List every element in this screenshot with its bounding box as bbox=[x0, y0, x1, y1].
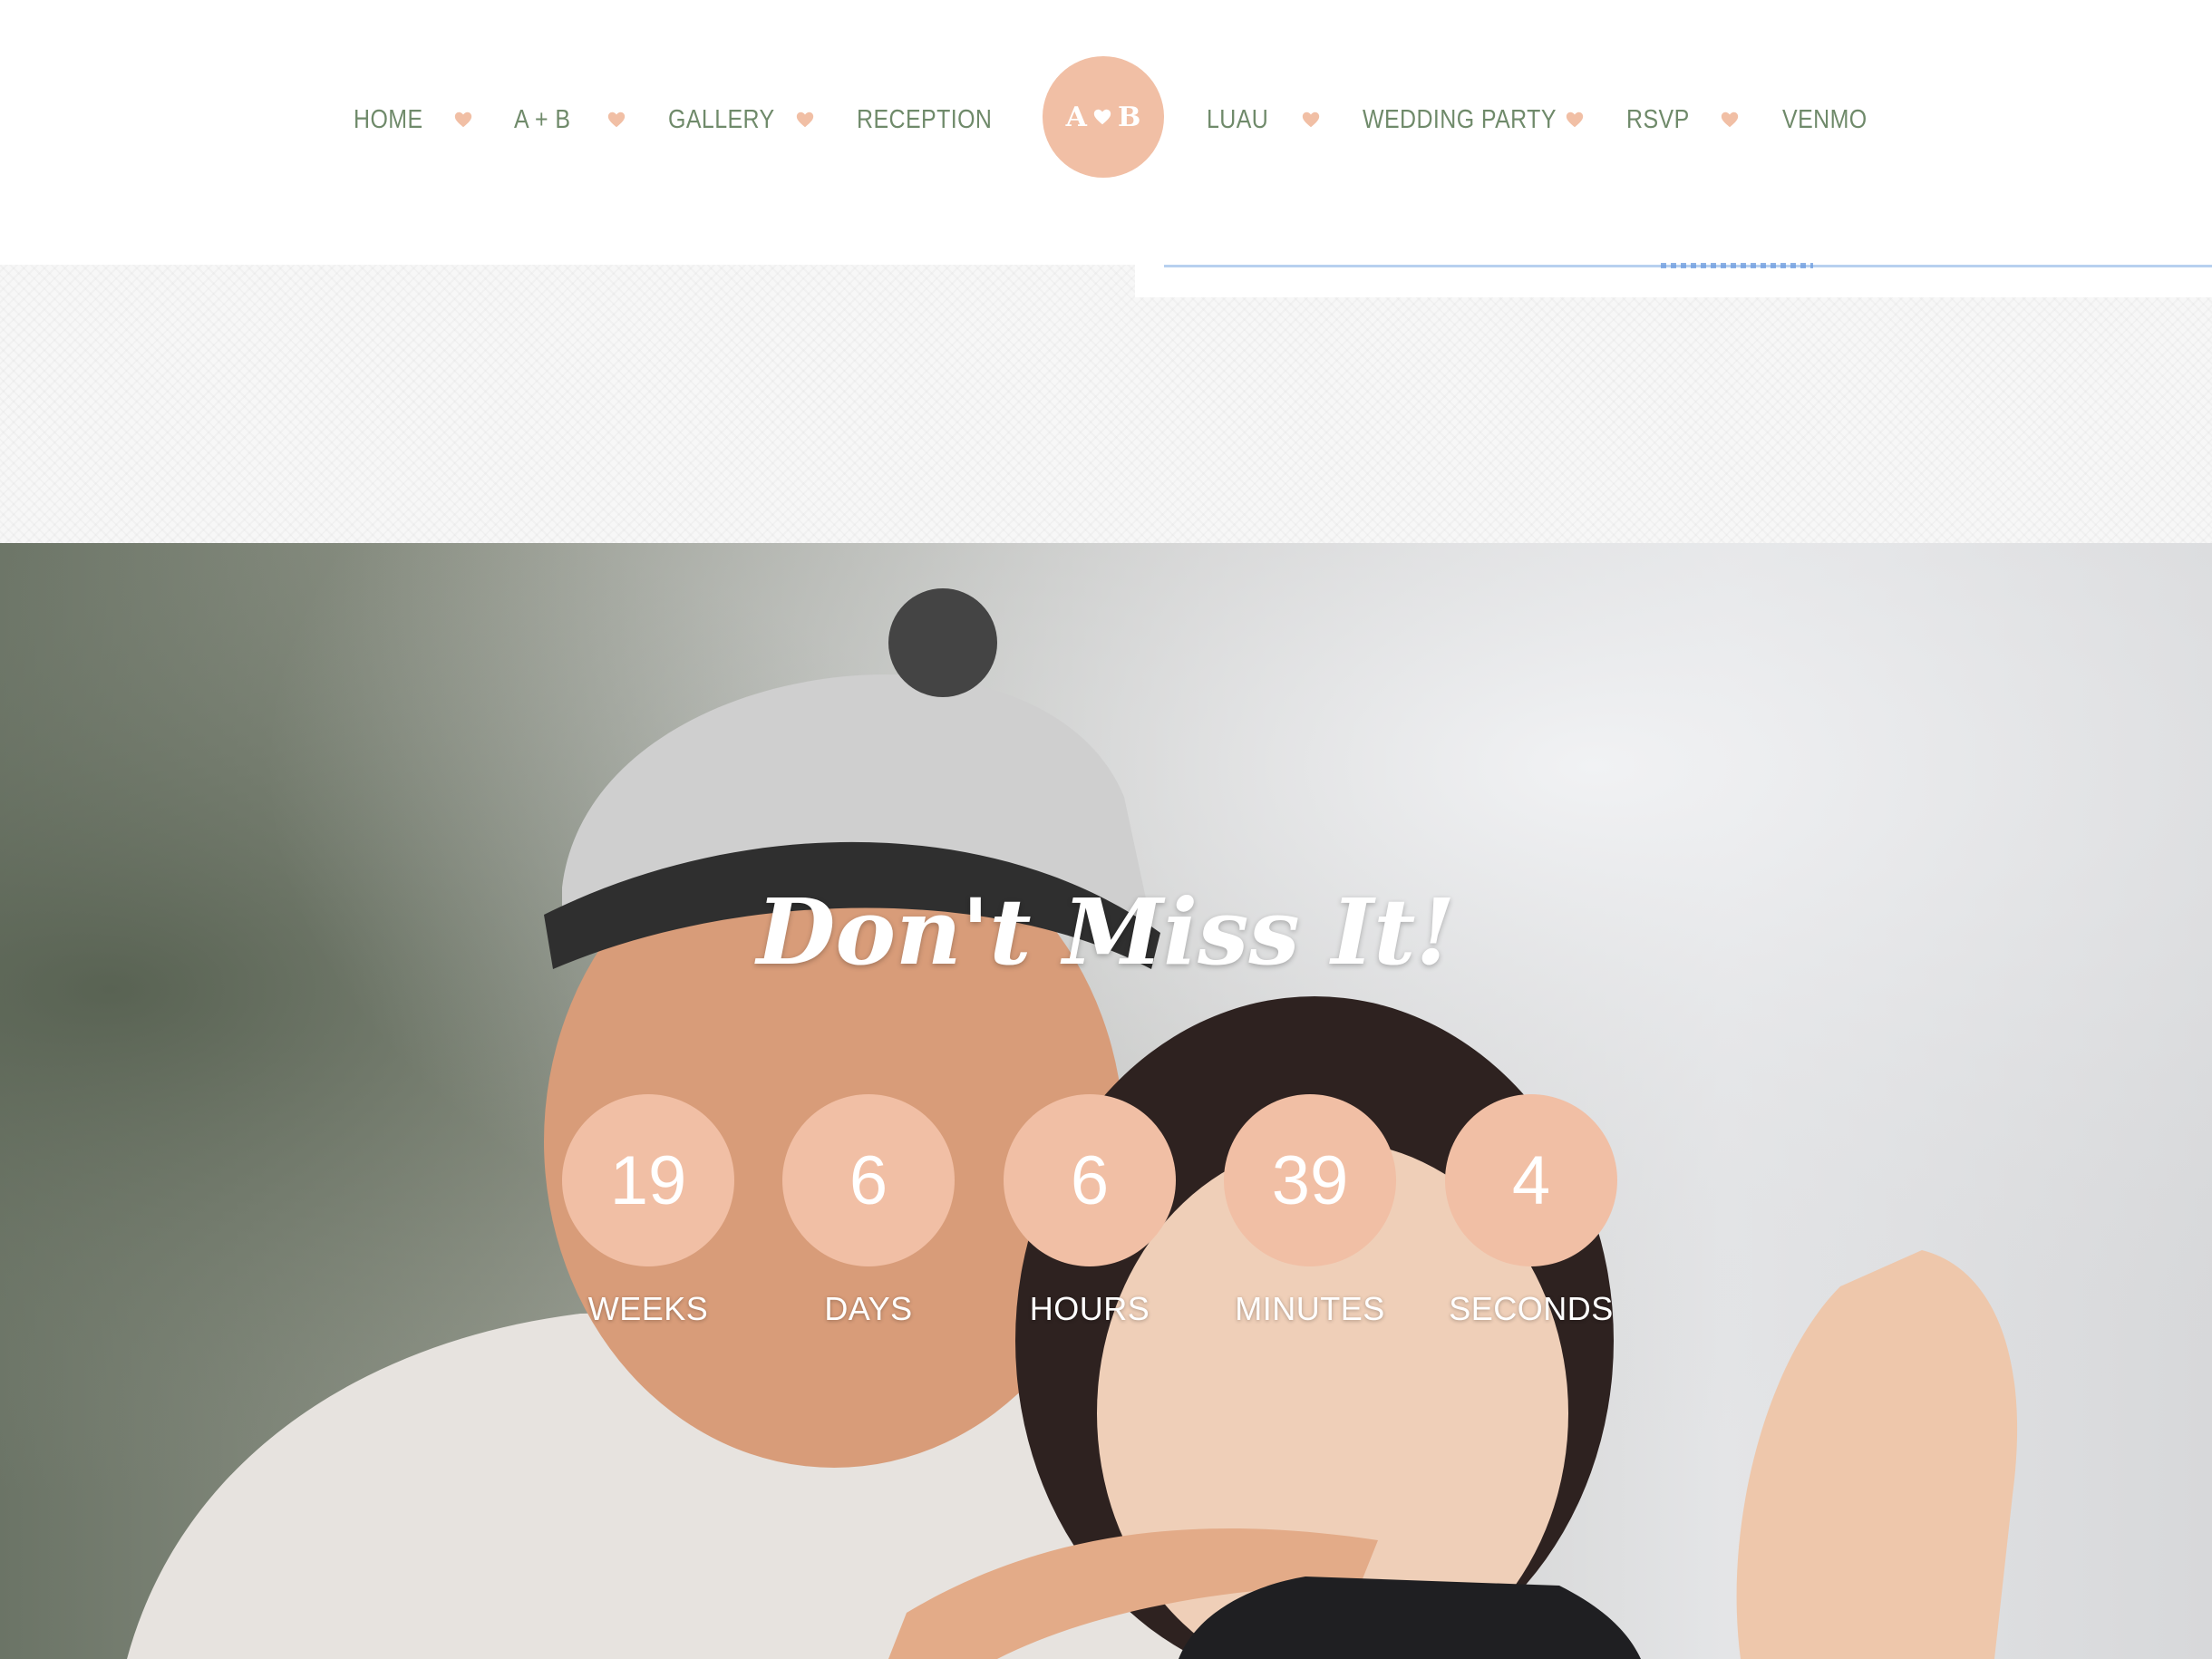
heart-icon bbox=[1566, 112, 1584, 128]
countdown-minutes-label: MINUTES bbox=[1235, 1290, 1385, 1327]
countdown-seconds: 4 SECONDS bbox=[1445, 1094, 1617, 1357]
countdown-seconds-label: SECONDS bbox=[1449, 1290, 1614, 1327]
countdown-seconds-value: 4 bbox=[1445, 1094, 1617, 1266]
embedded-panel-fragment bbox=[1661, 263, 1813, 268]
countdown-days-label: DAYS bbox=[824, 1290, 913, 1327]
hero-section: Don't Miss It! 19 WEEKS 6 DAYS 6 HOURS 3… bbox=[0, 543, 2212, 1659]
nav-item-home[interactable]: HOME bbox=[354, 100, 423, 140]
hero-title: Don't Miss It! bbox=[756, 878, 1456, 985]
heart-icon bbox=[1721, 112, 1739, 128]
countdown-weeks-value: 19 bbox=[562, 1094, 734, 1266]
countdown-days: 6 DAYS bbox=[782, 1094, 955, 1357]
nav-item-venmo[interactable]: VENMO bbox=[1782, 100, 1868, 140]
nav-item-rsvp[interactable]: RSVP bbox=[1626, 100, 1690, 140]
nav-item-gallery[interactable]: GALLERY bbox=[668, 100, 775, 140]
countdown-hours: 6 HOURS bbox=[1004, 1094, 1176, 1357]
nav-item-luau[interactable]: LUAU bbox=[1207, 100, 1268, 140]
countdown-weeks-label: WEEKS bbox=[587, 1290, 709, 1327]
nav-item-wedding-party[interactable]: WEDDING PARTY bbox=[1363, 100, 1557, 140]
logo-letter-b: B bbox=[1117, 101, 1141, 133]
nav-item-a-plus-b[interactable]: A + B bbox=[514, 100, 570, 140]
logo-letter-a: A bbox=[1065, 101, 1087, 133]
heart-icon bbox=[454, 112, 472, 128]
logo[interactable]: A B bbox=[1043, 56, 1164, 178]
countdown-days-value: 6 bbox=[782, 1094, 955, 1266]
embedded-panel bbox=[1135, 265, 2212, 297]
countdown-weeks: 19 WEEKS bbox=[562, 1094, 734, 1357]
countdown-minutes-value: 39 bbox=[1224, 1094, 1396, 1266]
logo-monogram: A B bbox=[1066, 102, 1141, 133]
heart-icon bbox=[1302, 112, 1320, 128]
countdown-minutes: 39 MINUTES bbox=[1224, 1094, 1396, 1357]
nav-item-reception[interactable]: RECEPTION bbox=[857, 100, 992, 140]
countdown-hours-label: HOURS bbox=[1029, 1290, 1150, 1327]
site-header: HOME A + B GALLERY RECEPTION A B LUAU WE… bbox=[0, 0, 2212, 265]
countdown-hours-value: 6 bbox=[1004, 1094, 1176, 1266]
heart-icon bbox=[1093, 109, 1111, 125]
heart-icon bbox=[607, 112, 626, 128]
texture-band bbox=[0, 265, 2212, 543]
heart-icon bbox=[796, 112, 814, 128]
